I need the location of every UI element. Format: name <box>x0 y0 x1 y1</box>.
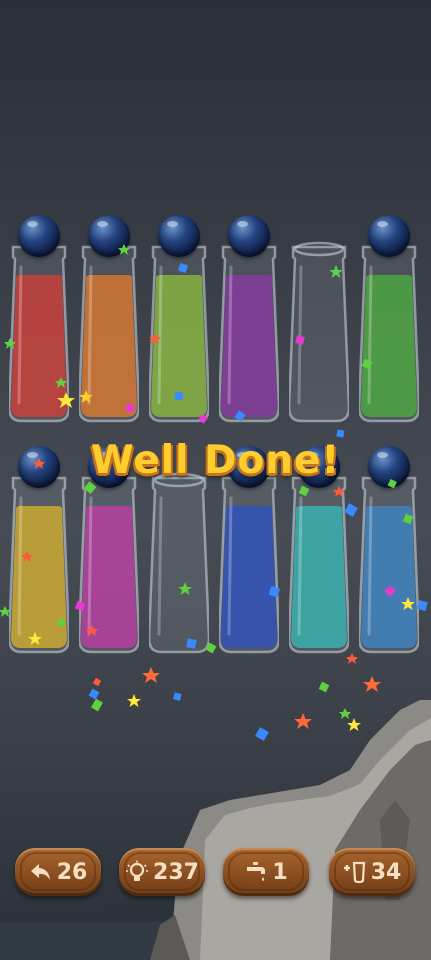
star-icon <box>149 333 161 344</box>
star-icon <box>294 713 312 729</box>
star-icon <box>178 582 192 595</box>
star-icon <box>401 597 415 610</box>
hint-count: 237 <box>153 859 199 885</box>
star-icon <box>363 676 381 692</box>
add-tube-icon <box>343 861 365 884</box>
star-icon <box>339 708 351 719</box>
add-tube-button[interactable]: 34 <box>329 848 415 896</box>
undo-button[interactable]: 26 <box>15 848 101 896</box>
tap-button[interactable]: 1 <box>223 848 309 896</box>
star-icon <box>55 377 67 388</box>
star-icon <box>21 551 33 562</box>
undo-count: 26 <box>56 859 88 885</box>
star-icon <box>118 244 130 255</box>
star-icon <box>347 718 361 731</box>
hint-button[interactable]: 237 <box>119 848 205 896</box>
well-done-message: Well Done! <box>90 438 341 483</box>
star-icon <box>4 338 16 349</box>
star-icon <box>346 653 358 664</box>
star-icon <box>333 486 345 497</box>
faucet-icon <box>247 862 266 881</box>
star-icon <box>0 606 11 617</box>
star-icon <box>329 265 343 278</box>
star-icon <box>28 632 42 645</box>
confetti <box>0 244 428 741</box>
lightbulb-icon <box>126 860 149 881</box>
add-tube-count: 34 <box>370 859 402 885</box>
star-icon <box>127 694 141 707</box>
star-icon <box>142 667 160 683</box>
star-icon <box>79 390 93 403</box>
tap-count: 1 <box>272 859 288 885</box>
undo-icon <box>30 864 50 880</box>
star-icon <box>86 625 98 636</box>
star-icon <box>57 392 75 408</box>
